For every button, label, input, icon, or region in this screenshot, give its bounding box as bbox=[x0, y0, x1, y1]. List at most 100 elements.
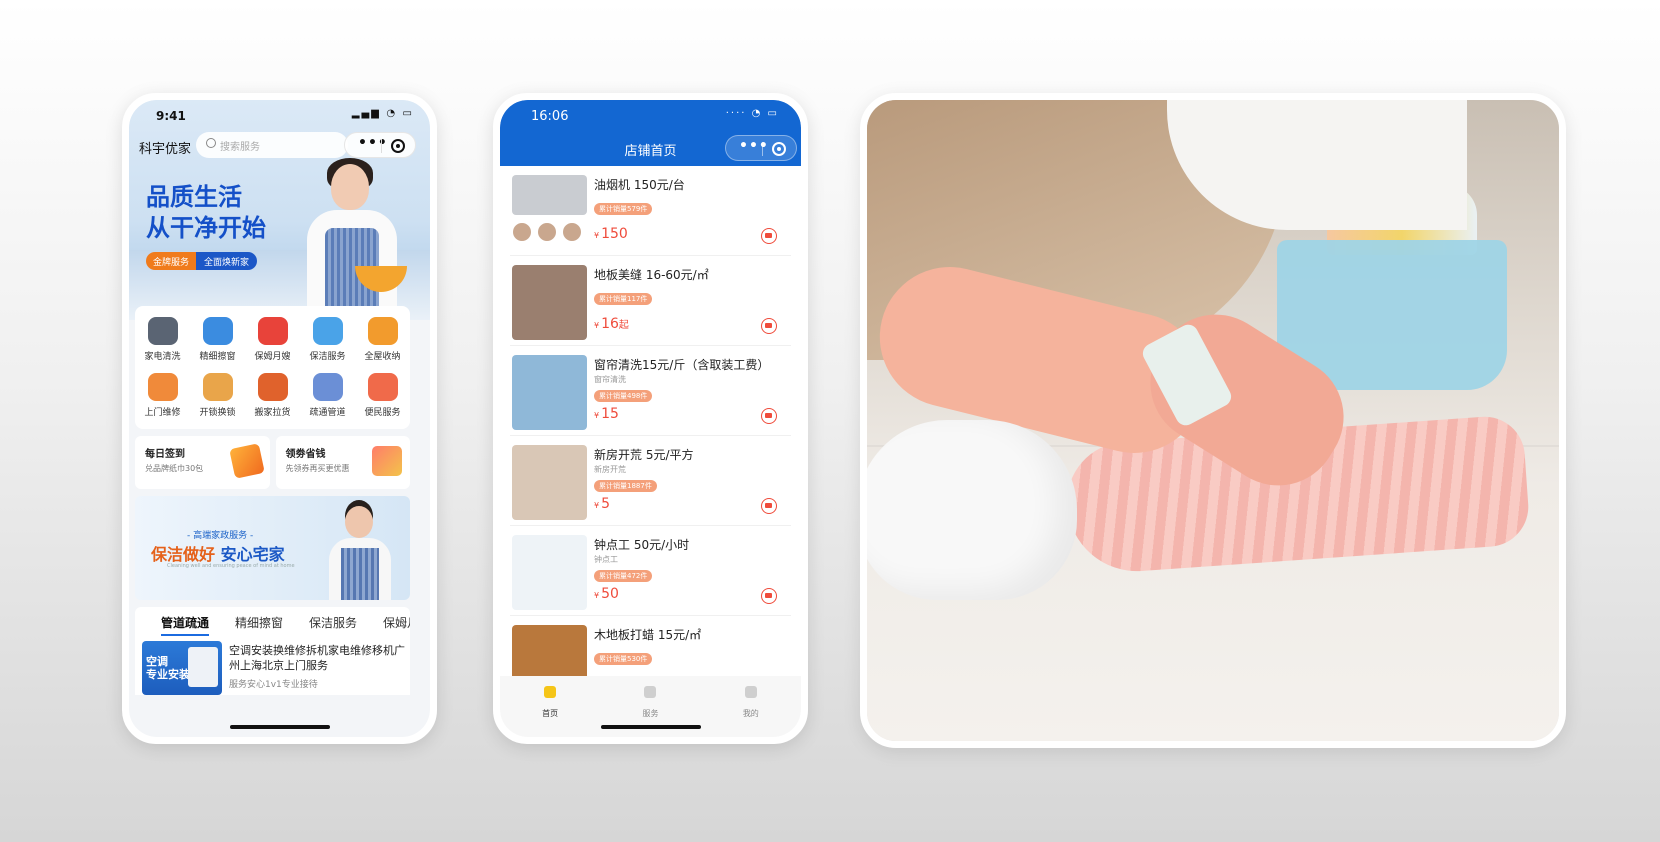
category-item[interactable]: 疏通管道 bbox=[300, 368, 355, 424]
miniapp-capsule[interactable]: ••• bbox=[344, 132, 416, 158]
daily-signin-card[interactable]: 每日签到 兑品牌纸巾30包 bbox=[135, 436, 270, 489]
hero-headline: 品质生活 从干净开始 bbox=[146, 182, 266, 244]
category-item[interactable]: 保姆月嫂 bbox=[245, 312, 300, 368]
add-to-cart-icon[interactable] bbox=[761, 498, 777, 514]
calendar-check-icon bbox=[228, 443, 265, 479]
sales-badge: 累计销量1887件 bbox=[594, 480, 657, 492]
spray-bottle bbox=[867, 420, 1077, 600]
tab-service-category[interactable]: 精细擦窗 bbox=[235, 614, 283, 637]
product-image bbox=[512, 445, 587, 520]
category-item[interactable]: 上门维修 bbox=[135, 368, 190, 424]
service-icon bbox=[644, 686, 657, 698]
category-item[interactable]: 便民服务 bbox=[355, 368, 410, 424]
lady-apron bbox=[341, 548, 379, 600]
add-to-cart-icon[interactable] bbox=[761, 408, 777, 424]
close-miniapp-icon[interactable] bbox=[391, 139, 405, 153]
sales-badge: 累计销量472件 bbox=[594, 570, 653, 582]
product-image bbox=[512, 625, 587, 676]
tag-renew-home: 全面焕新家 bbox=[196, 252, 258, 270]
sales-badge: 累计销量530件 bbox=[594, 653, 653, 665]
category-item[interactable]: 家电清洗 bbox=[135, 312, 190, 368]
category-item[interactable]: 开锁换锁 bbox=[190, 368, 245, 424]
category-icon bbox=[147, 372, 178, 401]
tabbar-item[interactable]: 首页 bbox=[500, 676, 600, 737]
sales-badge: 累计销量498件 bbox=[594, 390, 653, 402]
category-icon bbox=[312, 317, 343, 346]
tabbar-label: 服务 bbox=[642, 709, 659, 718]
product-list: 油烟机 150元/台 累计销量579件 ¥150 地板美缝 16-60元/㎡ 累计销量1… bbox=[500, 166, 801, 676]
phone-mockup-home: 9:41 ▂▄▆ ◔ ▭ 科宇优家 搜索服务 ••• 品质生活 从干净开始 金牌… bbox=[122, 93, 437, 744]
tab-service-category[interactable]: 保洁服务 bbox=[309, 614, 357, 637]
add-to-cart-icon[interactable] bbox=[761, 318, 777, 334]
cleaner-photo bbox=[321, 502, 401, 600]
close-miniapp-icon[interactable] bbox=[772, 142, 786, 156]
tabbar-item[interactable]: 我的 bbox=[701, 676, 801, 737]
status-time: 16:06 bbox=[531, 109, 569, 124]
currency-symbol: ¥ bbox=[594, 591, 600, 600]
product-row[interactable]: 油烟机 150元/台 累计销量579件 ¥150 bbox=[510, 166, 791, 256]
headline-line1: 品质生活 bbox=[146, 183, 242, 211]
more-icon[interactable]: ••• bbox=[358, 135, 388, 151]
category-label: 保姆月嫂 bbox=[254, 352, 291, 363]
banner-english: Cleaning well and ensuring peace of mind… bbox=[167, 563, 295, 569]
product-tag: 窗帘清洗 bbox=[594, 375, 626, 384]
price-value: 16 bbox=[601, 316, 619, 332]
tabbar-label: 我的 bbox=[742, 709, 759, 718]
product-image bbox=[512, 535, 587, 610]
product-price: ¥16起 bbox=[594, 316, 629, 332]
coupon-card[interactable]: 领劵省钱 先领券再买更优惠 bbox=[275, 436, 410, 489]
currency-symbol: ¥ bbox=[594, 501, 600, 510]
product-row[interactable]: 木地板打蜡 15元/㎡ 累计销量530件 bbox=[510, 616, 791, 676]
product-row[interactable]: 窗帘清洗15元/斤（含取装工费） 窗帘清洗 累计销量498件 ¥15 bbox=[510, 346, 791, 436]
item-subtitle: 服务安心1v1专业接待 bbox=[229, 680, 318, 690]
add-to-cart-icon[interactable] bbox=[761, 228, 777, 244]
product-image bbox=[512, 175, 587, 215]
search-input[interactable]: 搜索服务 bbox=[196, 132, 348, 158]
status-bar: 9:41 ▂▄▆ ◔ ▭ bbox=[129, 100, 430, 128]
product-row[interactable]: 地板美缝 16-60元/㎡ 累计销量117件 ¥16起 bbox=[510, 256, 791, 346]
sales-badge: 累计销量117件 bbox=[594, 293, 653, 305]
category-item[interactable]: 搬家拉货 bbox=[245, 368, 300, 424]
lady-head bbox=[345, 506, 373, 538]
category-grid: 家电清洗 精细擦窗 保姆月嫂 保洁服务 全屋收纳上门维修 开锁换锁 搬家拉货 疏通管道 便民服务 bbox=[135, 306, 410, 429]
category-item[interactable]: 全屋收纳 bbox=[355, 312, 410, 368]
tag-gold-service: 金牌服务 bbox=[146, 252, 197, 270]
price-value: 150 bbox=[601, 226, 628, 242]
category-icon bbox=[202, 317, 233, 346]
currency-symbol: ¥ bbox=[594, 411, 600, 420]
product-price: ¥50 bbox=[594, 586, 619, 602]
product-row[interactable]: 钟点工 50元/小时 钟点工 累计销量472件 ¥50 bbox=[510, 526, 791, 616]
profile-icon bbox=[744, 686, 757, 698]
product-image bbox=[512, 355, 587, 430]
tab-service-category[interactable]: 保姆月 bbox=[383, 614, 410, 637]
ac-unit-illustration bbox=[188, 647, 218, 687]
product-price: ¥5 bbox=[594, 496, 610, 512]
category-icon bbox=[147, 317, 178, 346]
store-screen: 16:06 ···· ◔ ▭ 店铺首页 ••• 油烟机 150元/台 累计销量57… bbox=[500, 100, 801, 737]
thumb-text: 空调 专业安装 bbox=[146, 655, 190, 681]
search-icon bbox=[206, 138, 216, 148]
brand-name: 科宇优家 bbox=[139, 142, 192, 157]
category-label: 全屋收纳 bbox=[364, 352, 401, 363]
service-list-item[interactable]: 空调 专业安装 空调安装换维修拆机家电维修移机广州上海北京上门服务 服务安心1v1… bbox=[135, 637, 410, 695]
category-icon bbox=[202, 372, 233, 401]
service-tabs: 管道疏通 精细擦窗 保洁服务 保姆月 bbox=[135, 607, 410, 637]
item-thumbnail: 空调 专业安装 bbox=[142, 641, 222, 695]
gift-box-icon bbox=[372, 446, 402, 476]
product-row[interactable]: 新房开荒 5元/平方 新房开荒 累计销量1887件 ¥5 bbox=[510, 436, 791, 526]
category-item[interactable]: 精细擦窗 bbox=[190, 312, 245, 368]
category-item[interactable]: 保洁服务 bbox=[300, 312, 355, 368]
miniapp-capsule[interactable]: ••• bbox=[725, 135, 797, 161]
home-indicator[interactable] bbox=[229, 725, 330, 729]
more-icon[interactable]: ••• bbox=[739, 138, 769, 154]
add-to-cart-icon[interactable] bbox=[761, 588, 777, 604]
item-title: 空调安装换维修拆机家电维修移机广州上海北京上门服务 bbox=[229, 644, 405, 672]
banner-title-b: 安心宅家 bbox=[220, 545, 285, 564]
housekeeping-banner[interactable]: - 高端家政服务 - 保洁做好 安心宅家 Cleaning well and e… bbox=[135, 496, 410, 600]
hero-tags: 金牌服务 全面焕新家 bbox=[146, 252, 258, 270]
category-icon bbox=[257, 317, 288, 346]
home-indicator[interactable] bbox=[600, 725, 701, 729]
category-icon bbox=[367, 317, 398, 346]
currency-symbol: ¥ bbox=[594, 231, 600, 240]
tab-service-category[interactable]: 管道疏通 bbox=[161, 614, 210, 636]
